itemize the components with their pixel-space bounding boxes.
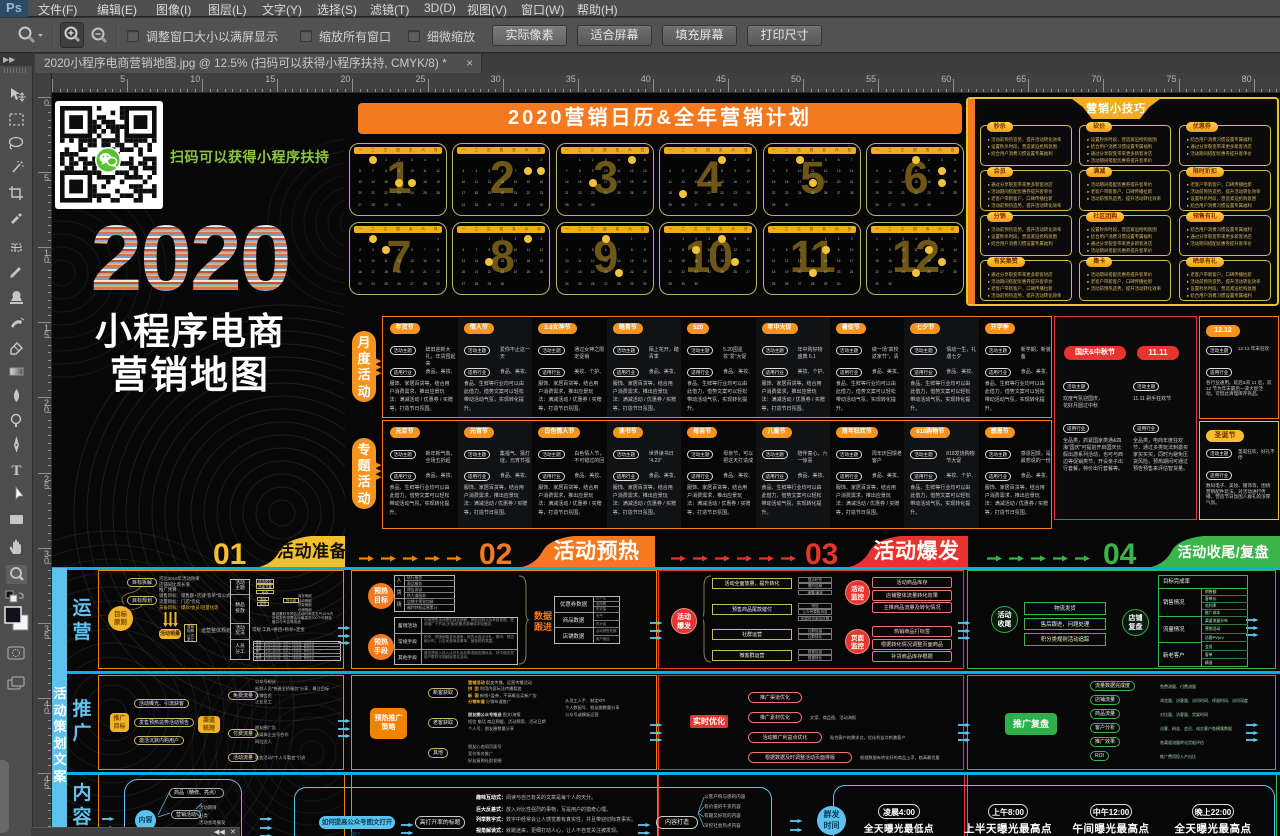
svg-text:T: T	[11, 463, 21, 479]
